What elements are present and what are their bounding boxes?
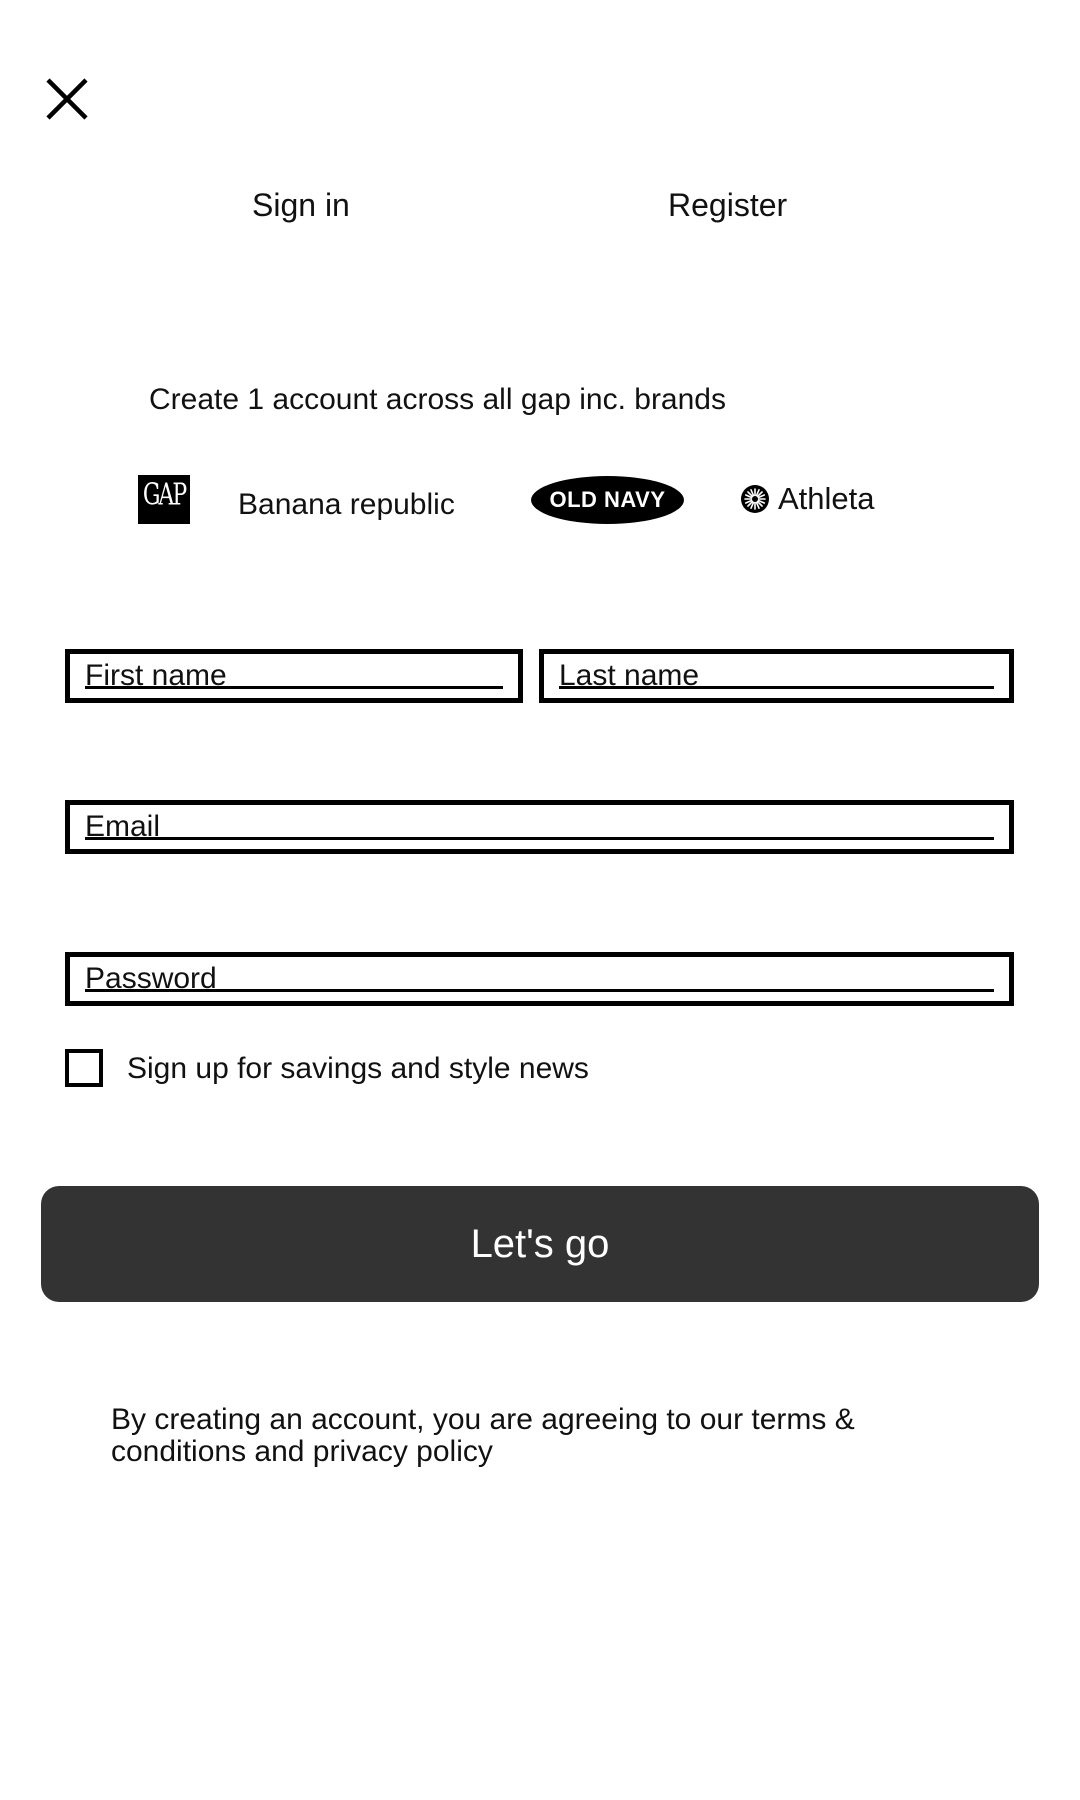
first-name-field[interactable]: First name xyxy=(65,649,523,703)
gap-logo: GAP xyxy=(138,475,190,524)
email-field[interactable]: Email xyxy=(65,800,1014,854)
gap-logo-text: GAP xyxy=(142,478,187,513)
close-icon xyxy=(46,78,88,120)
tab-register[interactable]: Register xyxy=(668,185,787,225)
tab-sign-in[interactable]: Sign in xyxy=(252,185,350,225)
password-field[interactable]: Password xyxy=(65,952,1014,1006)
submit-button[interactable]: Let's go xyxy=(41,1186,1039,1302)
athleta-label: Athleta xyxy=(778,481,875,516)
last-name-field[interactable]: Last name xyxy=(539,649,1014,703)
newsletter-label[interactable]: Sign up for savings and style news xyxy=(127,1050,589,1088)
newsletter-checkbox[interactable] xyxy=(65,1049,103,1087)
brands-tagline: Create 1 account across all gap inc. bra… xyxy=(149,383,726,416)
close-button[interactable] xyxy=(42,74,92,124)
banana-republic-label: Banana republic xyxy=(238,488,455,521)
athleta-logo-icon xyxy=(740,484,770,514)
password-underline xyxy=(85,989,994,992)
email-underline xyxy=(85,837,994,840)
old-navy-logo: OLD NAVY xyxy=(531,476,684,524)
first-name-underline xyxy=(85,686,503,689)
last-name-underline xyxy=(559,686,994,689)
legal-disclaimer: By creating an account, you are agreeing… xyxy=(111,1403,855,1468)
